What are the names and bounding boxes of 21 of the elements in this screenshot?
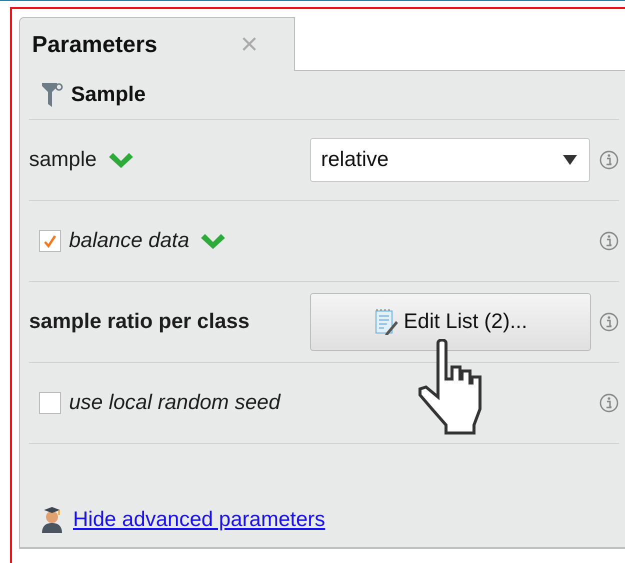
info-icon[interactable] [599, 150, 619, 170]
filter-icon [41, 82, 63, 108]
info-icon[interactable] [599, 231, 619, 251]
checkbox[interactable] [39, 392, 61, 414]
check-mark-icon [43, 234, 57, 248]
parameter-label: sample [29, 148, 97, 172]
hide-advanced-parameters-link[interactable]: Hide advanced parameters [73, 508, 326, 532]
user-icon [39, 506, 65, 534]
dropdown-arrow-icon [563, 155, 577, 165]
notepad-icon [374, 309, 398, 335]
sample-dropdown[interactable]: relative [310, 138, 590, 182]
edit-list-button[interactable]: Edit List (2)... [310, 293, 591, 351]
section-title: Sample [71, 83, 146, 107]
parameter-label: sample ratio per class [29, 310, 250, 334]
checkbox[interactable] [39, 230, 61, 252]
tab-title: Parameters [32, 31, 158, 58]
info-icon[interactable] [599, 312, 619, 332]
parameter-label: balance data [69, 229, 190, 253]
parameter-label: use local random seed [69, 391, 280, 415]
parameters-tab[interactable]: Parameters × [19, 17, 295, 71]
info-icon[interactable] [599, 393, 619, 413]
